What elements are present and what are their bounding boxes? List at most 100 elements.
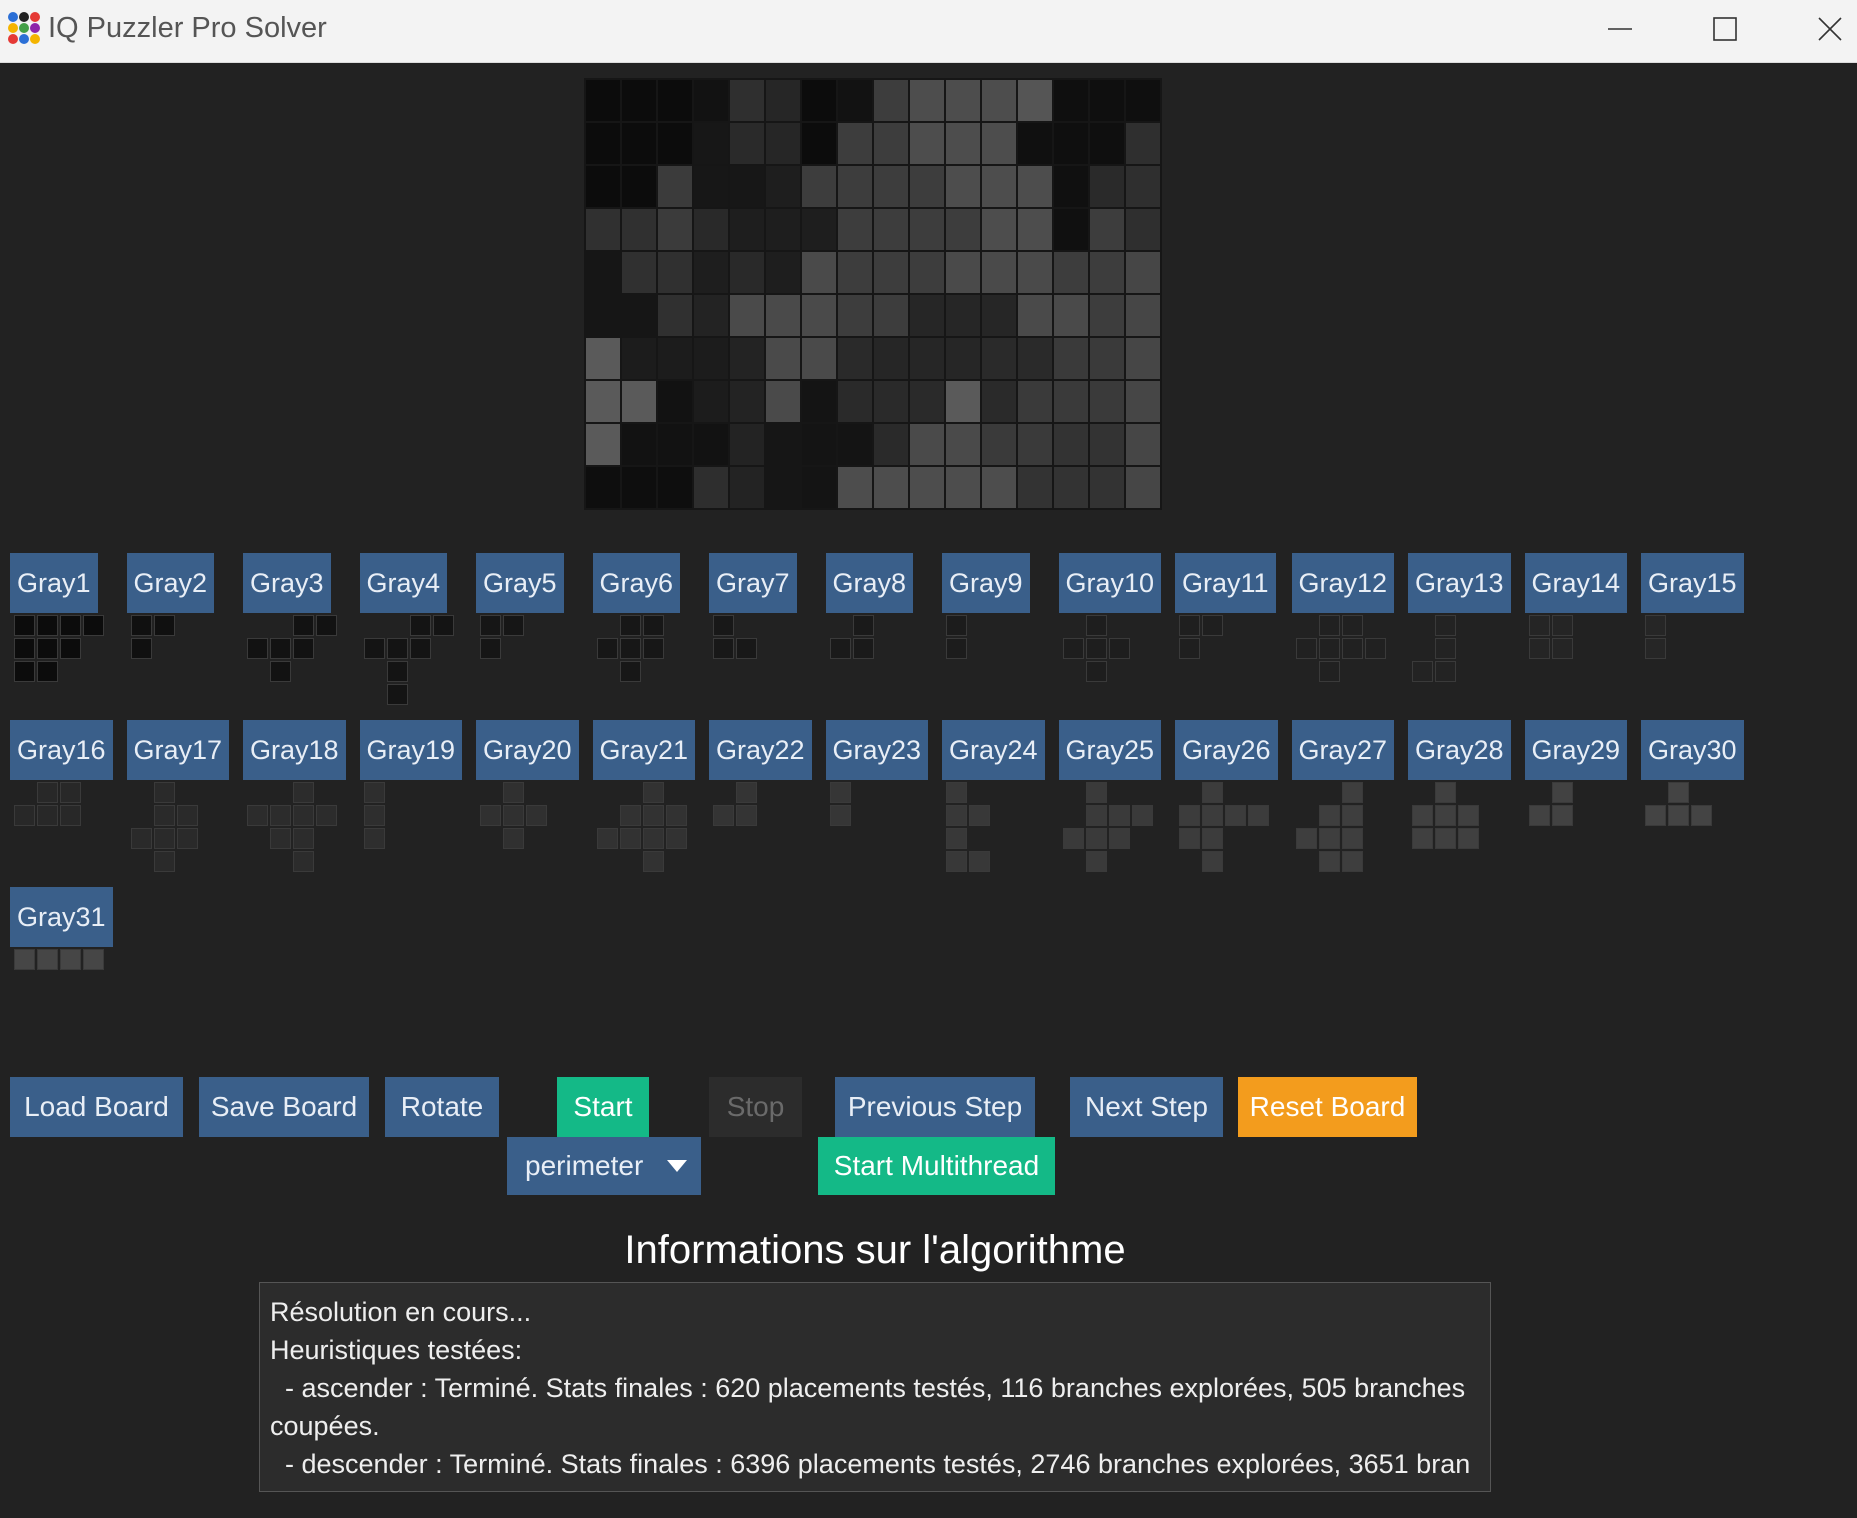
board-cell[interactable] [730,166,764,207]
piece-button[interactable]: Gray14 [1524,553,1628,613]
board-cell[interactable] [586,123,620,164]
piece-button[interactable]: Gray6 [592,553,681,613]
board-cell[interactable] [622,424,656,465]
board-cell[interactable] [658,209,692,250]
board-cell[interactable] [1126,467,1160,508]
board-cell[interactable] [910,166,944,207]
board-cell[interactable] [946,424,980,465]
board-cell[interactable] [1018,123,1052,164]
board-cell[interactable] [658,338,692,379]
board-cell[interactable] [730,123,764,164]
board-cell[interactable] [694,424,728,465]
piece-button[interactable]: Gray15 [1641,553,1744,613]
heuristic-dropdown[interactable]: perimeter [507,1137,701,1195]
piece-button[interactable]: Gray30 [1641,720,1744,780]
board-cell[interactable] [658,166,692,207]
board-cell[interactable] [1054,123,1088,164]
board-cell[interactable] [982,166,1016,207]
board-cell[interactable] [802,338,836,379]
board-cell[interactable] [982,381,1016,422]
board-cell[interactable] [910,338,944,379]
board-cell[interactable] [1054,381,1088,422]
piece-button[interactable]: Gray25 [1058,720,1162,780]
board-cell[interactable] [694,338,728,379]
start-button[interactable]: Start [557,1077,649,1137]
piece-button[interactable]: Gray23 [825,720,929,780]
board-cell[interactable] [658,123,692,164]
board-cell[interactable] [838,252,872,293]
stop-button[interactable]: Stop [709,1077,802,1137]
piece-button[interactable]: Gray26 [1175,720,1278,780]
board-cell[interactable] [1090,467,1124,508]
board-cell[interactable] [1054,252,1088,293]
board-cell[interactable] [802,424,836,465]
board-cell[interactable] [838,338,872,379]
piece-button[interactable]: Gray12 [1291,553,1395,613]
board-cell[interactable] [1126,424,1160,465]
board-cell[interactable] [910,80,944,121]
board-cell[interactable] [982,338,1016,379]
board-cell[interactable] [1018,424,1052,465]
board-cell[interactable] [946,295,980,336]
board-cell[interactable] [1018,338,1052,379]
board-cell[interactable] [838,295,872,336]
board-cell[interactable] [802,123,836,164]
board-cell[interactable] [1054,80,1088,121]
piece-button[interactable]: Gray11 [1175,553,1276,613]
board-cell[interactable] [1126,338,1160,379]
minimize-icon[interactable] [1575,0,1665,58]
piece-button[interactable]: Gray3 [243,553,331,613]
board-cell[interactable] [1054,295,1088,336]
piece-button[interactable]: Gray9 [942,553,1030,613]
board-cell[interactable] [802,295,836,336]
maximize-icon[interactable] [1680,0,1770,58]
board-cell[interactable] [622,252,656,293]
board-cell[interactable] [730,209,764,250]
board-cell[interactable] [586,338,620,379]
piece-button[interactable]: Gray22 [709,720,812,780]
info-log[interactable]: Résolution en cours... Heuristiques test… [259,1282,1491,1492]
piece-button[interactable]: Gray28 [1408,720,1511,780]
board-cell[interactable] [1090,123,1124,164]
board-cell[interactable] [658,80,692,121]
start-multithread-button[interactable]: Start Multithread [818,1137,1055,1195]
board-cell[interactable] [910,252,944,293]
board-cell[interactable] [874,467,908,508]
piece-button[interactable]: Gray8 [825,553,914,613]
board-cell[interactable] [838,424,872,465]
board-cell[interactable] [766,467,800,508]
piece-button[interactable]: Gray2 [126,553,215,613]
board-cell[interactable] [910,209,944,250]
board-cell[interactable] [766,80,800,121]
board-cell[interactable] [982,252,1016,293]
board-cell[interactable] [1126,80,1160,121]
board-cell[interactable] [874,252,908,293]
board-cell[interactable] [946,123,980,164]
board-cell[interactable] [946,80,980,121]
next-step-button[interactable]: Next Step [1070,1077,1223,1137]
board-cell[interactable] [766,166,800,207]
board-cell[interactable] [1054,338,1088,379]
board-cell[interactable] [622,166,656,207]
board-cell[interactable] [1090,338,1124,379]
board-cell[interactable] [802,166,836,207]
piece-button[interactable]: Gray16 [10,720,113,780]
piece-button[interactable]: Gray13 [1408,553,1511,613]
board-cell[interactable] [1054,424,1088,465]
board-cell[interactable] [874,381,908,422]
board-cell[interactable] [730,467,764,508]
board-cell[interactable] [874,295,908,336]
board-cell[interactable] [1126,295,1160,336]
board-cell[interactable] [946,467,980,508]
save-board-button[interactable]: Save Board [199,1077,369,1137]
load-board-button[interactable]: Load Board [10,1077,183,1137]
board-cell[interactable] [1054,209,1088,250]
piece-button[interactable]: Gray10 [1058,553,1162,613]
board-cell[interactable] [622,209,656,250]
board-cell[interactable] [946,209,980,250]
board-cell[interactable] [982,80,1016,121]
board-cell[interactable] [694,80,728,121]
board-cell[interactable] [694,381,728,422]
piece-button[interactable]: Gray18 [243,720,346,780]
close-icon[interactable] [1785,0,1857,58]
